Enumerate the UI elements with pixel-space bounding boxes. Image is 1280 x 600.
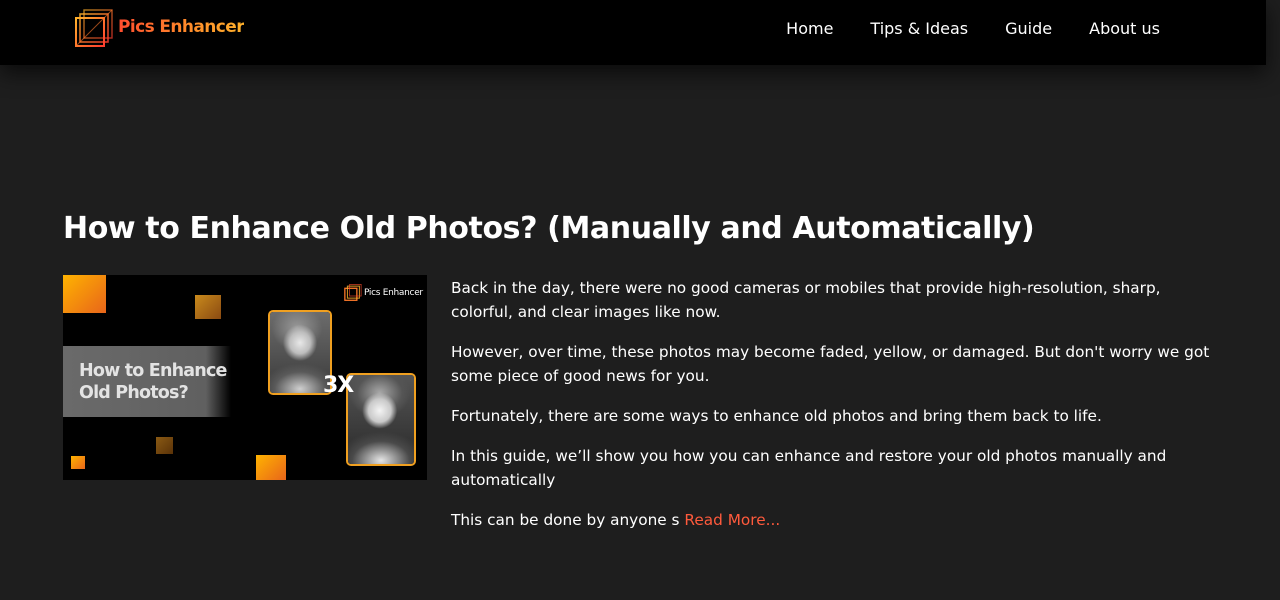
logo-icon (74, 8, 116, 50)
nav-guide[interactable]: Guide (1005, 19, 1052, 38)
decor-square (156, 437, 173, 454)
paragraph: However, over time, these photos may bec… (451, 343, 1210, 385)
excerpt-end: This can be done by anyone s (451, 511, 685, 529)
paragraph: Fortunately, there are some ways to enha… (451, 407, 1102, 425)
post-excerpt: Back in the day, there were no good came… (451, 276, 1211, 548)
decor-square (256, 455, 286, 480)
decor-square (71, 456, 85, 469)
portrait-image (348, 375, 414, 464)
old-photo-after (346, 373, 416, 466)
paragraph: Back in the day, there were no good came… (451, 279, 1161, 321)
post-title[interactable]: How to Enhance Old Photos? (Manually and… (63, 211, 1035, 246)
main-nav: Home Tips & Ideas Guide About us (749, 0, 1160, 56)
decor-square (63, 275, 106, 313)
site-logo[interactable]: Pics Enhancer (74, 8, 245, 50)
thumbnail-logo: Pics Enhancer (344, 284, 423, 302)
paragraph-last: This can be done by anyone s Read More..… (451, 508, 1211, 532)
site-header: Pics Enhancer Home Tips & Ideas Guide Ab… (0, 0, 1266, 65)
page-scrollbar[interactable] (1266, 0, 1280, 600)
decor-square (195, 295, 221, 319)
logo-icon (344, 284, 362, 301)
portrait-image (270, 312, 330, 393)
read-more-link[interactable]: Read More... (684, 511, 780, 529)
nav-home[interactable]: Home (786, 19, 833, 38)
post-thumbnail[interactable]: How to Enhance Old Photos? Pics Enhancer… (63, 275, 427, 480)
nav-about-us[interactable]: About us (1089, 19, 1160, 38)
logo-text: Pics Enhancer (118, 17, 245, 37)
nav-tips-ideas[interactable]: Tips & Ideas (870, 19, 968, 38)
zoom-label: 3X (323, 373, 354, 398)
paragraph: In this guide, we’ll show you how you ca… (451, 447, 1167, 489)
thumbnail-logo-text: Pics Enhancer (364, 288, 423, 298)
thumbnail-heading: How to Enhance Old Photos? (79, 361, 227, 403)
